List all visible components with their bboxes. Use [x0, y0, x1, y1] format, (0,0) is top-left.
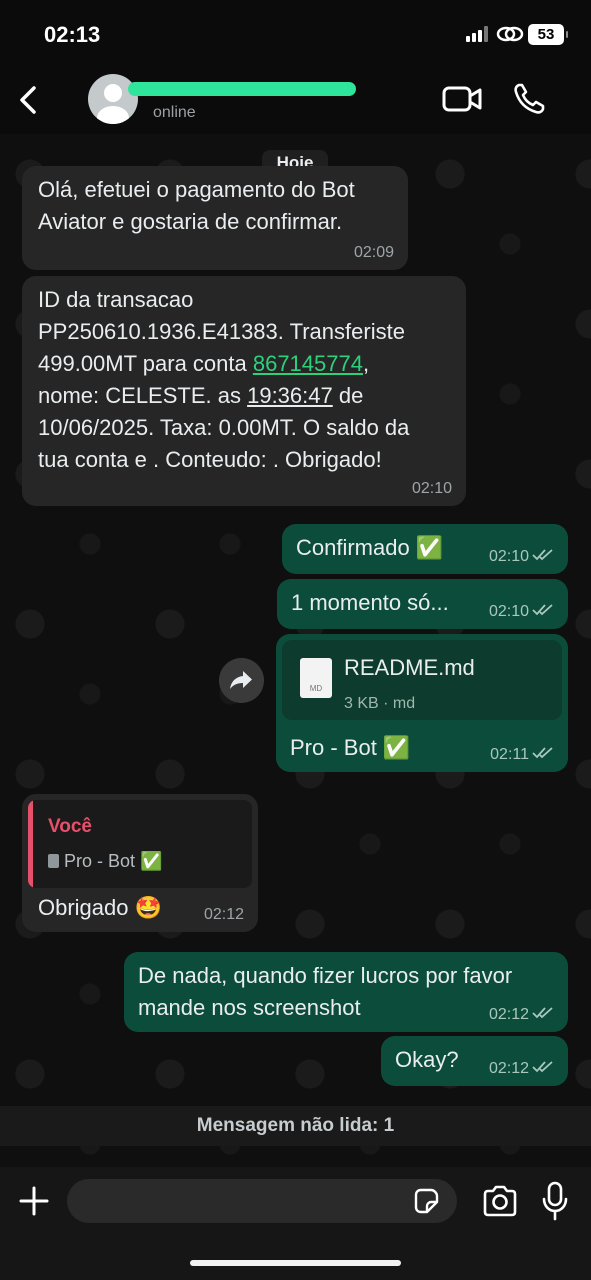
- message-text: De nada, quando fizer lucros por favor: [138, 963, 513, 988]
- message-outgoing[interactable]: De nada, quando fizer lucros por favor m…: [124, 952, 568, 1032]
- message-incoming[interactable]: Olá, efetuei o pagamento do Bot Aviator …: [22, 166, 408, 270]
- time-link[interactable]: 19:36:47: [247, 383, 333, 408]
- document-info: 3 KB · md: [344, 695, 416, 712]
- message-text: 499.00MT para conta 867145774,: [38, 348, 450, 380]
- message-incoming[interactable]: ID da transacao PP250610.1936.E41383. Tr…: [22, 276, 466, 506]
- document-attachment[interactable]: MD README.md 3 KB · md: [282, 640, 562, 720]
- double-check-icon: [532, 604, 553, 616]
- message-text: nome: CELESTE. as 19:36:47 de: [38, 380, 450, 412]
- contact-name-redacted[interactable]: [128, 82, 356, 96]
- status-time: 02:13: [44, 22, 101, 47]
- message-meta: 02:10: [489, 548, 554, 566]
- quote-text: Pro - Bot ✅: [64, 851, 163, 871]
- message-text: ID da transacao: [38, 287, 194, 312]
- link-icon: [496, 26, 524, 42]
- chat-header: online: [0, 64, 591, 134]
- composer-bar: [0, 1167, 591, 1280]
- message-caption: Pro - Bot ✅: [290, 735, 411, 760]
- message-time: 02:11: [490, 746, 529, 763]
- message-meta: 02:12: [489, 1060, 554, 1078]
- message-time: 02:10: [488, 603, 529, 620]
- battery-indicator: 53: [528, 24, 568, 45]
- status-bar: 02:13 53: [0, 0, 591, 64]
- message-text-part: nome: CELESTE. as: [38, 383, 248, 408]
- double-check-icon: [532, 1061, 553, 1073]
- back-icon[interactable]: [14, 80, 44, 120]
- message-text: 10/06/2025. Taxa: 0.00MT. O saldo da: [38, 415, 410, 440]
- message-outgoing[interactable]: 1 momento só... 02:10: [277, 579, 568, 629]
- message-time: 02:12: [488, 1060, 529, 1077]
- quote-text-row: Pro - Bot ✅: [48, 850, 162, 872]
- double-check-icon: [532, 747, 553, 759]
- message-time: 02:12: [203, 906, 244, 923]
- double-check-icon: [532, 549, 553, 561]
- message-text: PP250610.1936.E41383. Transferiste: [38, 319, 405, 344]
- home-indicator: [190, 1260, 401, 1266]
- avatar-icon: [97, 84, 129, 124]
- message-outgoing[interactable]: Okay? 02:12: [381, 1036, 568, 1086]
- phone-icon[interactable]: [512, 82, 546, 116]
- message-time: 02:10: [488, 548, 529, 565]
- sticker-icon[interactable]: [412, 1187, 440, 1215]
- message-text-part: 499.00MT para conta: [38, 351, 253, 376]
- document-icon-label: MD: [309, 684, 323, 693]
- plus-icon[interactable]: [18, 1185, 50, 1217]
- document-name: README.md: [344, 655, 475, 680]
- quote-accent-bar: [28, 800, 33, 888]
- message-incoming-reply[interactable]: Você Pro - Bot ✅ Obrigado 🤩 02:12: [22, 794, 258, 932]
- avatar[interactable]: [88, 74, 138, 124]
- camera-icon[interactable]: [482, 1185, 518, 1217]
- message-text: Obrigado 🤩: [38, 895, 163, 920]
- quote-author: Você: [48, 816, 93, 837]
- signal-icon: [466, 26, 490, 42]
- document-icon: MD: [300, 658, 332, 698]
- message-input[interactable]: [67, 1179, 457, 1223]
- contact-status: online: [153, 104, 196, 121]
- phone-number-link[interactable]: 867145774: [253, 351, 363, 376]
- double-check-icon: [532, 1007, 553, 1019]
- unread-messages-banner: Mensagem não lida: 1: [0, 1106, 591, 1146]
- message-outgoing-document[interactable]: MD README.md 3 KB · md Pro - Bot ✅ 02:11: [276, 634, 568, 772]
- message-text: tua conta e . Conteudo: . Obrigado!: [38, 447, 382, 472]
- message-meta: 02:12: [489, 1006, 554, 1024]
- video-call-icon[interactable]: [442, 84, 482, 114]
- document-icon: [48, 854, 59, 868]
- message-time: 02:10: [411, 480, 452, 497]
- message-time: 02:12: [488, 1006, 529, 1023]
- message-text: Olá, efetuei o pagamento do Bot: [38, 177, 355, 202]
- quoted-message[interactable]: Você Pro - Bot ✅: [28, 800, 252, 888]
- message-text-part: ,: [362, 351, 370, 376]
- forward-icon[interactable]: [219, 658, 264, 703]
- message-meta: 02:10: [489, 603, 554, 621]
- chat-area[interactable]: Hoje Olá, efetuei o pagamento do Bot Avi…: [0, 134, 591, 1167]
- microphone-icon[interactable]: [542, 1181, 568, 1221]
- message-text-part: de: [332, 383, 364, 408]
- message-text: Aviator e gostaria de confirmar.: [38, 209, 343, 234]
- message-time: 02:09: [353, 244, 394, 261]
- message-outgoing[interactable]: Confirmado ✅ 02:10: [282, 524, 568, 574]
- message-meta: 02:11: [490, 746, 554, 764]
